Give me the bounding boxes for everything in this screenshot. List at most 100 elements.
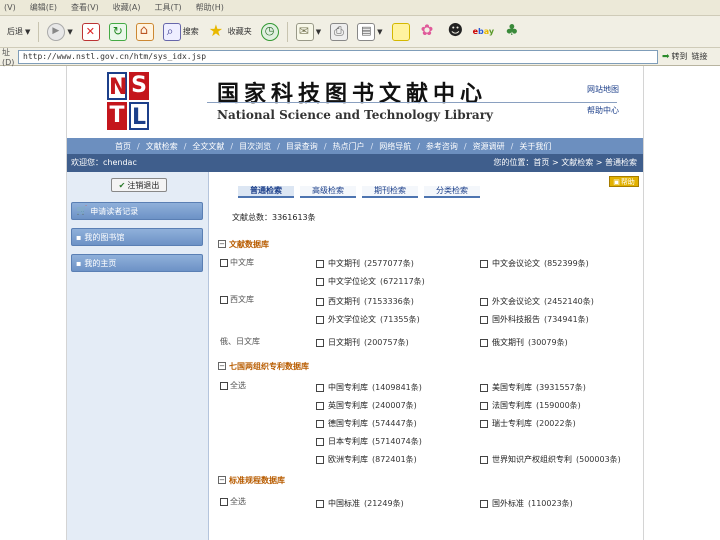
nav-reference[interactable]: 参考咨询 xyxy=(426,141,458,152)
links-label[interactable]: 链接 xyxy=(692,51,708,62)
db-item[interactable]: 瑞士专利库 (20022条) xyxy=(480,418,576,429)
db-item[interactable]: 中文会议论文 (852399条) xyxy=(480,258,589,269)
tab-basic-search[interactable]: 普通检索 xyxy=(238,186,294,198)
db-item[interactable]: 俄文期刊 (30079条) xyxy=(480,337,568,348)
checkbox[interactable] xyxy=(220,497,228,506)
forward-button[interactable]: ▼ xyxy=(44,21,75,43)
db-item[interactable]: 法国专利库 (159000条) xyxy=(480,400,581,411)
nav-web-guide[interactable]: 网络导航 xyxy=(379,141,411,152)
checkbox[interactable] xyxy=(316,499,324,508)
sidebar-item-my-library[interactable]: ▪ 我的图书馆 xyxy=(71,228,203,246)
checkbox[interactable] xyxy=(316,455,324,464)
group-select-chinese[interactable]: 中文库 xyxy=(220,257,254,268)
help-center-link[interactable]: 帮助中心 xyxy=(587,105,619,116)
tab-journal-search[interactable]: 期刊检索 xyxy=(362,186,418,198)
ebay-button[interactable]: ebay xyxy=(470,21,498,43)
sitemap-link[interactable]: 网站地图 xyxy=(587,84,619,95)
group-select-ru-jp[interactable]: 俄、日文库 xyxy=(220,336,260,347)
nav-fulltext[interactable]: 全文文献 xyxy=(192,141,224,152)
stop-button[interactable] xyxy=(79,21,103,43)
db-item[interactable]: 中国专利库 (1409841条) xyxy=(316,382,422,393)
nav-about[interactable]: 关于我们 xyxy=(519,141,551,152)
checkbox[interactable] xyxy=(480,401,488,410)
checkbox[interactable] xyxy=(316,437,324,446)
notes-button[interactable] xyxy=(389,21,413,43)
home-button[interactable] xyxy=(133,21,157,43)
header-links: 网站地图 帮助中心 xyxy=(587,84,619,116)
nav-home[interactable]: 首页 xyxy=(115,141,131,152)
section-patent-db[interactable]: − 七国两组织专利数据库 xyxy=(218,360,309,372)
favorites-button[interactable]: 收藏夹 xyxy=(205,21,255,43)
db-item[interactable]: 中文期刊 (2577077条) xyxy=(316,258,414,269)
db-item[interactable]: 英国专利库 (240007条) xyxy=(316,400,417,411)
checkbox[interactable] xyxy=(316,419,324,428)
nav-resource-survey[interactable]: 资源调研 xyxy=(473,141,505,152)
db-item[interactable]: 外文会议论文 (2452140条) xyxy=(480,296,594,307)
tab-category-search[interactable]: 分类检索 xyxy=(424,186,480,198)
print-button[interactable] xyxy=(327,21,351,43)
db-item[interactable]: 美国专利库 (3931557条) xyxy=(480,382,586,393)
messenger-button[interactable] xyxy=(500,21,524,43)
logout-button[interactable]: ✔ 注销退出 xyxy=(111,178,167,192)
qq-button[interactable] xyxy=(443,21,467,43)
menu-item-tools[interactable]: 工具(T) xyxy=(154,2,181,13)
db-item[interactable]: 国外科技报告 (734941条) xyxy=(480,314,589,325)
nav-hot-portal[interactable]: 热点门户 xyxy=(333,141,365,152)
checkbox[interactable] xyxy=(316,315,324,324)
checkbox[interactable] xyxy=(316,277,324,286)
nav-catalog-query[interactable]: 目录查询 xyxy=(286,141,318,152)
checkbox[interactable] xyxy=(480,315,488,324)
db-item[interactable]: 欧洲专利库 (872401条) xyxy=(316,454,417,465)
checkbox[interactable] xyxy=(480,383,488,392)
checkbox[interactable] xyxy=(316,383,324,392)
menu-item-help[interactable]: 帮助(H) xyxy=(196,2,224,13)
db-item[interactable]: 国外标准 (110023条) xyxy=(480,498,573,509)
checkbox[interactable] xyxy=(316,401,324,410)
sidebar-item-reader-records[interactable]: 🛒 申请读者记录 xyxy=(71,202,203,220)
search-button[interactable]: 搜索 xyxy=(160,21,202,43)
checkbox[interactable] xyxy=(316,259,324,268)
db-item[interactable]: 西文期刊 (7153336条) xyxy=(316,296,414,307)
history-button[interactable] xyxy=(258,21,282,43)
db-item[interactable]: 中国标准 (21249条) xyxy=(316,498,404,509)
address-input[interactable]: http://www.nstl.gov.cn/htm/sys_idx.jsp xyxy=(18,49,658,64)
nav-toc-browse[interactable]: 目次浏览 xyxy=(239,141,271,152)
checkbox[interactable] xyxy=(480,455,488,464)
section-standards-db[interactable]: − 标准规程数据库 xyxy=(218,474,285,486)
go-button[interactable]: ➡ 转到 xyxy=(662,51,688,62)
checkbox[interactable] xyxy=(220,295,228,304)
checkbox[interactable] xyxy=(220,381,228,390)
group-select-all-standards[interactable]: 全选 xyxy=(220,496,246,507)
mail-button[interactable]: ▼ xyxy=(293,21,324,43)
section-literature-db[interactable]: − 文献数据库 xyxy=(218,238,269,250)
menu-item-favorites[interactable]: 收藏(A) xyxy=(113,2,141,13)
group-select-western[interactable]: 西文库 xyxy=(220,294,254,305)
db-item[interactable]: 日文期刊 (200757条) xyxy=(316,337,409,348)
checkbox[interactable] xyxy=(316,338,324,347)
db-item[interactable]: 日本专利库 (5714074条) xyxy=(316,436,422,447)
refresh-button[interactable] xyxy=(106,21,130,43)
checkbox[interactable] xyxy=(480,499,488,508)
db-item[interactable]: 外文学位论文 (71355条) xyxy=(316,314,420,325)
menu-item-view2[interactable]: 查看(V) xyxy=(71,2,99,13)
nstl-logo[interactable]: N S T L xyxy=(107,72,151,132)
tab-advanced-search[interactable]: 高级检索 xyxy=(300,186,356,198)
checkbox[interactable] xyxy=(480,297,488,306)
checkbox[interactable] xyxy=(316,297,324,306)
menu-item-view[interactable]: (V) xyxy=(4,3,16,12)
nav-literature-search[interactable]: 文献检索 xyxy=(146,141,178,152)
sidebar-item-my-home[interactable]: ▪ 我的主页 xyxy=(71,254,203,272)
db-item[interactable]: 世界知识产权组织专利 (500003条) xyxy=(480,454,621,465)
edit-button[interactable]: ▼ xyxy=(354,21,385,43)
help-button[interactable]: ▣ 帮助 xyxy=(609,176,639,187)
checkbox[interactable] xyxy=(480,259,488,268)
checkbox[interactable] xyxy=(220,258,228,267)
flower-button[interactable] xyxy=(416,21,440,43)
checkbox[interactable] xyxy=(480,338,488,347)
back-button[interactable]: 后退 ▼ xyxy=(4,21,33,43)
checkbox[interactable] xyxy=(480,419,488,428)
menu-item-edit[interactable]: 编辑(E) xyxy=(30,2,57,13)
db-item[interactable]: 中文学位论文 (672117条) xyxy=(316,276,425,287)
group-select-all-patents[interactable]: 全选 xyxy=(220,380,246,391)
db-item[interactable]: 德国专利库 (574447条) xyxy=(316,418,417,429)
